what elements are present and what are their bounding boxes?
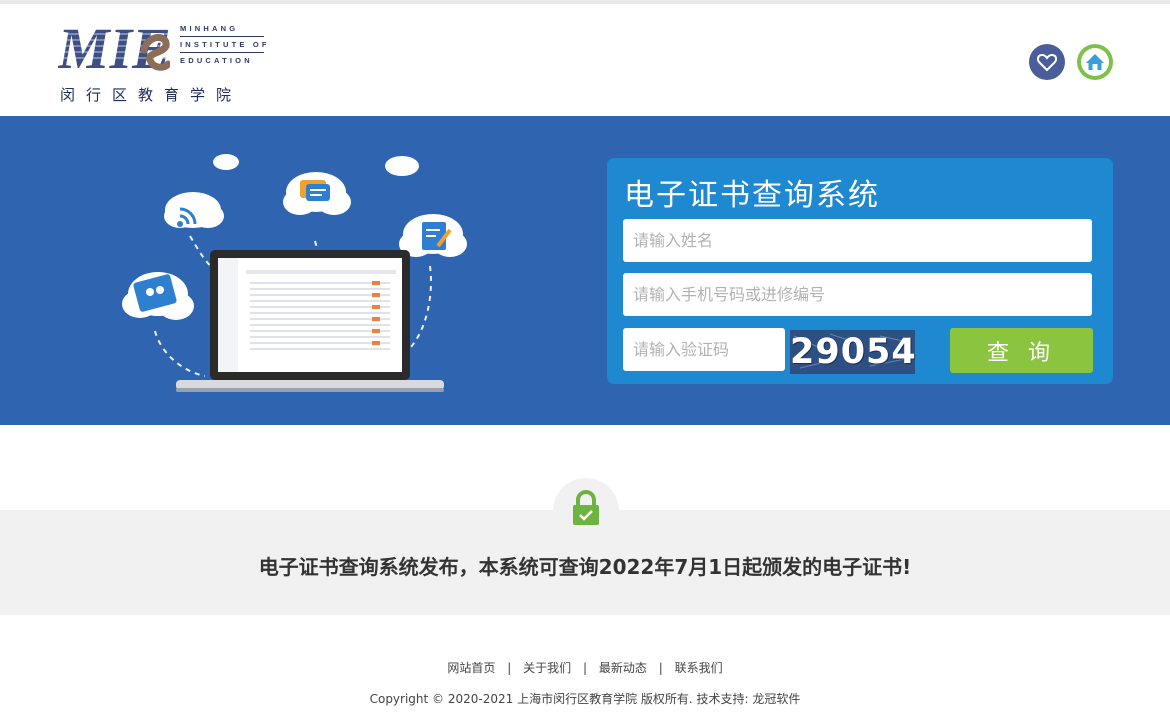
captcha-input[interactable] [623,328,785,371]
favorite-button[interactable] [1029,44,1065,80]
query-button[interactable]: 查 询 [950,328,1093,373]
notice-icon-circle [553,478,619,544]
hero-banner: 电子证书查询系统 29054 查 询 [0,116,1170,425]
notice-message: 电子证书查询系统发布，本系统可查询2022年7月1日起颁发的电子证书! [258,555,912,579]
footer-link-about[interactable]: 关于我们 [523,661,571,675]
edit-icon [422,222,452,250]
home-button[interactable] [1077,44,1113,80]
phone-or-id-input[interactable] [623,273,1092,316]
captcha-image[interactable]: 29054 [790,330,917,374]
chat-icon [300,180,330,201]
footer-separator: | [582,661,588,675]
home-icon [1081,48,1109,76]
heart-icon [1036,53,1058,72]
footer-link-home[interactable]: 网站首页 [447,661,495,675]
logo-en-line1: MINHANG [180,24,239,33]
lock-icon [573,490,599,525]
footer-separator: | [507,661,512,675]
name-input[interactable] [623,219,1092,262]
cloud-laptop-illustration [122,154,467,392]
site-header: MIE MINHANG INSTITUTE OF EDUCATION 闵行区教育… [0,4,1170,116]
query-card: 电子证书查询系统 29054 查 询 [607,158,1113,384]
mie-logo-mark: MIE [58,20,170,76]
logo-en-line2: INSTITUTE OF [180,40,270,49]
institute-logo[interactable]: MIE MINHANG INSTITUTE OF EDUCATION 闵行区教育… [58,20,278,110]
captcha-code: 29054 [790,332,917,372]
footer-link-contact[interactable]: 联系我们 [675,661,723,675]
logo-chinese-name: 闵行区教育学院 [60,86,243,104]
system-title: 电子证书查询系统 [624,178,880,213]
copyright-text: Copyright © 2020-2021 上海市闵行区教育学院 版权所有. 技… [369,692,801,706]
footer-nav: 网站首页 | 关于我们 | 最新动态 | 联系我们 [0,659,1170,676]
logo-english-name: MINHANG INSTITUTE OF EDUCATION [180,22,280,67]
logo-en-line3: EDUCATION [180,56,253,65]
laptop-icon [176,250,444,392]
footer-link-news[interactable]: 最新动态 [599,661,647,675]
footer-separator: | [658,661,663,675]
